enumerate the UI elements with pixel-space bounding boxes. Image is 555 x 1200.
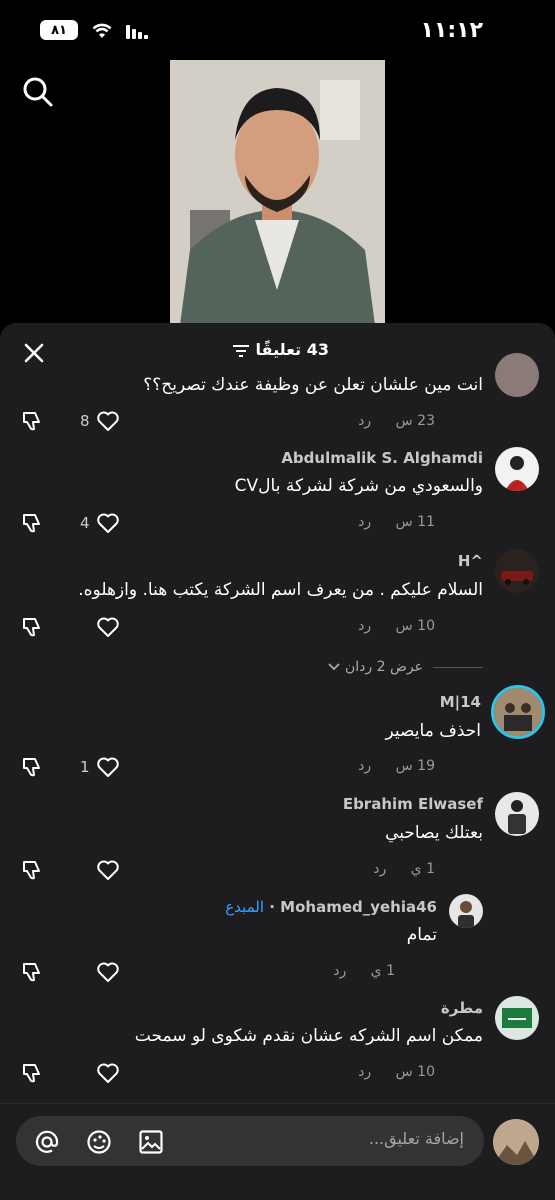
dislike-icon[interactable] [20,1061,44,1085]
avatar[interactable] [495,353,539,397]
heart-icon[interactable] [96,409,120,433]
status-time: ١١:١٢ [420,18,483,43]
comment-input-box[interactable] [16,1116,484,1166]
avatar[interactable] [495,549,539,593]
avatar-person-icon [505,456,529,491]
comment-time: 1 ي [410,861,435,877]
dislike-icon[interactable] [20,960,44,984]
comment-text: انت مين علشان تعلن عن وظيفة عندك تصريح؟؟ [143,375,483,395]
wifi-icon [92,23,112,38]
search-icon [23,77,53,107]
comment-text: بعتلك يصاحبي [385,823,483,843]
comment-input-bar [0,1103,555,1200]
comment-count-label: 43 تعليقًا [255,340,330,359]
avatar[interactable] [491,685,545,739]
dislike-icon[interactable] [20,409,44,433]
comment-meta: 11 س رد [358,514,435,530]
author-name: Mohamed_yehia46 [280,898,437,916]
comment-author[interactable]: مطرة [441,999,483,1017]
search-button[interactable] [20,74,56,110]
comment-time: 1 ي [370,963,395,979]
emoji-icon[interactable] [86,1129,112,1155]
signal-icon [126,25,148,39]
heart-icon[interactable] [96,511,120,535]
system-icons: ٨١ [40,20,150,40]
heart-icon[interactable] [96,755,120,779]
comment-meta: 19 س رد [358,758,435,774]
flag-icon [502,1008,532,1028]
author-badge: المبدع [225,898,264,916]
comment-text: السلام عليكم . من يعرف اسم الشركة يكتب ه… [78,580,483,600]
avatar-person-icon [458,901,474,928]
avatar-car-icon [501,571,533,585]
heart-icon[interactable] [96,858,120,882]
heart-icon[interactable] [96,615,120,639]
avatar-landscape-icon [493,1119,539,1165]
reply-button[interactable]: رد [358,618,371,634]
image-icon[interactable] [138,1129,164,1155]
comment-meta: 23 س رد [358,413,435,429]
avatar[interactable] [495,996,539,1040]
comment-meta: 10 س رد [358,618,435,634]
comment-author[interactable]: Abdulmalik S. Alghamdi [281,449,483,467]
avatar[interactable] [495,792,539,836]
filter-icon [232,344,249,357]
dislike-icon[interactable] [20,511,44,535]
comment-text: احذف مايصير [385,721,481,741]
avatar-person-icon [508,800,526,834]
view-replies-button[interactable]: عرض 2 ردان [327,659,483,675]
avatar-people-icon [494,688,542,736]
video-preview[interactable] [170,60,385,325]
chevron-down-icon [328,663,340,671]
comment-text: ممكن اسم الشركه عشان نقدم شكوى لو سمحت [134,1026,483,1046]
heart-icon[interactable] [96,960,120,984]
battery-icon: ٨١ [40,20,78,40]
comment-author[interactable]: المبدع · Mohamed_yehia46 [225,898,437,916]
view-replies-label: عرض 2 ردان [344,659,423,675]
heart-icon[interactable] [96,1061,120,1085]
at-icon[interactable] [34,1129,60,1155]
avatar[interactable] [495,447,539,491]
comment-meta: 10 س رد [358,1064,435,1080]
reply-button[interactable]: رد [358,514,371,530]
like-count: 1 [80,758,90,776]
comment-meta: 1 ي رد [333,963,395,979]
comment-count[interactable]: 43 تعليقًا [0,340,555,359]
video-person-icon [170,60,385,325]
status-bar: ١١:١٢ ٨١ [0,0,555,62]
reply-button[interactable]: رد [358,413,371,429]
comment-author[interactable]: M|14 [440,693,481,711]
comment-time: 10 س [395,618,435,634]
reply-button[interactable]: رد [358,1064,371,1080]
comment-author[interactable]: Ebrahim Elwasef [343,795,483,813]
separator-dot: · [269,898,281,916]
avatar[interactable] [449,894,483,928]
comment-time: 19 س [395,758,435,774]
comment-time: 11 س [395,514,435,530]
dislike-icon[interactable] [20,755,44,779]
comment-author[interactable]: H^ [458,552,483,570]
comment-meta: 1 ي رد [373,861,435,877]
like-count: 8 [80,412,90,430]
comment-text: والسعودي من شركة لشركة بالCV [234,476,483,496]
comments-sheet: 43 تعليقًا انت مين علشان تعلن عن وظيفة ع… [0,323,555,1200]
dislike-icon[interactable] [20,615,44,639]
reply-button[interactable]: رد [373,861,386,877]
comment-time: 23 س [395,413,435,429]
comment-text: تمام [406,925,437,945]
divider [433,666,483,668]
reply-button[interactable]: رد [358,758,371,774]
sheet-header: 43 تعليقًا [0,323,555,377]
comment-input[interactable] [262,1128,466,1149]
my-avatar[interactable] [493,1119,539,1165]
dislike-icon[interactable] [20,858,44,882]
like-count: 4 [80,514,90,532]
comment-time: 10 س [395,1064,435,1080]
reply-button[interactable]: رد [333,963,346,979]
